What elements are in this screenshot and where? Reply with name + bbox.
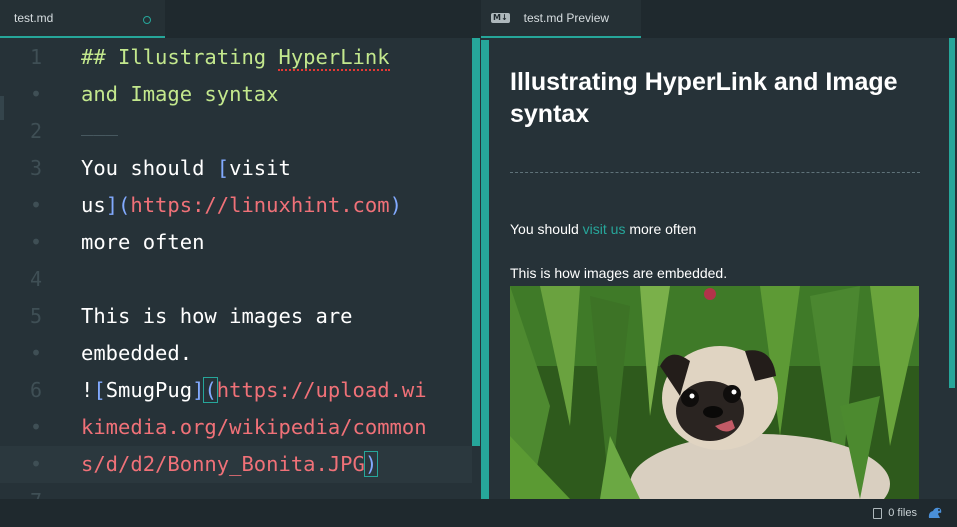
preview-paragraph: This is how images are embedded. bbox=[510, 265, 728, 281]
bracket: ] bbox=[192, 378, 205, 402]
code-line: ![SmugPug](https://upload.wi bbox=[81, 372, 427, 409]
alt-text: SmugPug bbox=[105, 378, 193, 402]
code-line: embedded. bbox=[81, 341, 193, 365]
preview-text: You should bbox=[510, 221, 583, 237]
code-text: You should bbox=[81, 156, 217, 180]
code-line: kimedia.org/wikipedia/common bbox=[81, 415, 427, 439]
code-text: ! bbox=[81, 378, 94, 402]
editor-scrollbar[interactable] bbox=[472, 38, 480, 446]
bracket: ] bbox=[105, 193, 119, 217]
status-bar: 0 files bbox=[0, 499, 957, 527]
url-text: https://upload.wi bbox=[216, 378, 427, 402]
tab-editor[interactable]: test.md bbox=[0, 0, 165, 38]
line-number-gutter: 1 • 2 3 • • 4 5 • 6 • • 7 bbox=[0, 38, 72, 499]
link-text: us bbox=[81, 193, 106, 217]
line-number: 2 bbox=[30, 119, 43, 143]
line-number: • bbox=[30, 230, 43, 254]
line-number: 5 bbox=[30, 304, 43, 328]
preview-scrollbar[interactable] bbox=[949, 38, 955, 388]
preview-link[interactable]: visit us bbox=[583, 221, 626, 237]
file-count-label: 0 files bbox=[888, 507, 917, 519]
line-number: • bbox=[30, 341, 43, 365]
tab-preview-label: test.md Preview bbox=[523, 11, 610, 25]
tab-preview[interactable]: M↓ test.md Preview bbox=[481, 0, 641, 38]
preview-divider bbox=[510, 172, 920, 173]
link-text: visit bbox=[229, 156, 291, 180]
paren: ) bbox=[389, 193, 402, 217]
preview-pane[interactable]: Illustrating HyperLink and Image syntax … bbox=[481, 38, 957, 499]
tab-editor-label: test.md bbox=[14, 11, 54, 25]
code-line: ## Illustrating HyperLink bbox=[81, 39, 390, 76]
url-text: s/d/d2/Bonny_Bonita.JPG bbox=[81, 452, 365, 476]
code-line-hr: ___ bbox=[81, 112, 119, 136]
file-count[interactable]: 0 files bbox=[873, 507, 917, 519]
tab-bar: test.md M↓ test.md Preview bbox=[0, 0, 957, 38]
url-text: https://linuxhint.com bbox=[130, 193, 390, 217]
markdown-icon: M↓ bbox=[491, 13, 510, 23]
code-line: You should [visit bbox=[81, 150, 291, 187]
code-line: us](https://linuxhint.com) bbox=[81, 187, 402, 224]
line-number: • bbox=[30, 82, 43, 106]
preview-heading: Illustrating HyperLink and Image syntax bbox=[510, 68, 898, 128]
modified-indicator-icon[interactable] bbox=[143, 16, 151, 24]
line-number: 4 bbox=[30, 267, 43, 291]
squirrel-icon[interactable] bbox=[927, 506, 943, 520]
preview-paragraph: You should visit us more often bbox=[510, 221, 696, 237]
bracket: [ bbox=[216, 156, 230, 180]
code-line: more often bbox=[81, 230, 205, 254]
line-number: 6 bbox=[30, 378, 43, 402]
preview-text: more often bbox=[625, 221, 697, 237]
spellcheck-word: HyperLink bbox=[278, 45, 390, 71]
line-number: 3 bbox=[30, 156, 43, 180]
line-number: 7 bbox=[0, 483, 72, 499]
line-number: • bbox=[30, 193, 43, 217]
heading-syntax: ## Illustrating bbox=[81, 45, 279, 69]
paren: ( bbox=[118, 193, 131, 217]
preview-sync-bar bbox=[481, 40, 489, 499]
code-line: This is how images are bbox=[81, 304, 353, 328]
paren-match: ) bbox=[363, 451, 379, 477]
code-line: s/d/d2/Bonny_Bonita.JPG) bbox=[81, 446, 379, 483]
preview-content: Illustrating HyperLink and Image syntax … bbox=[510, 66, 920, 499]
editor-pane[interactable]: 1 • 2 3 • • 4 5 • 6 • • 7 ## Illustratin… bbox=[0, 38, 481, 499]
pug-image bbox=[510, 286, 919, 499]
line-number: • bbox=[30, 415, 43, 439]
line-number: 1 bbox=[30, 45, 43, 69]
bracket: [ bbox=[93, 378, 106, 402]
line-number: • bbox=[30, 452, 43, 476]
file-icon bbox=[873, 507, 883, 519]
paren-match: ( bbox=[203, 377, 218, 403]
